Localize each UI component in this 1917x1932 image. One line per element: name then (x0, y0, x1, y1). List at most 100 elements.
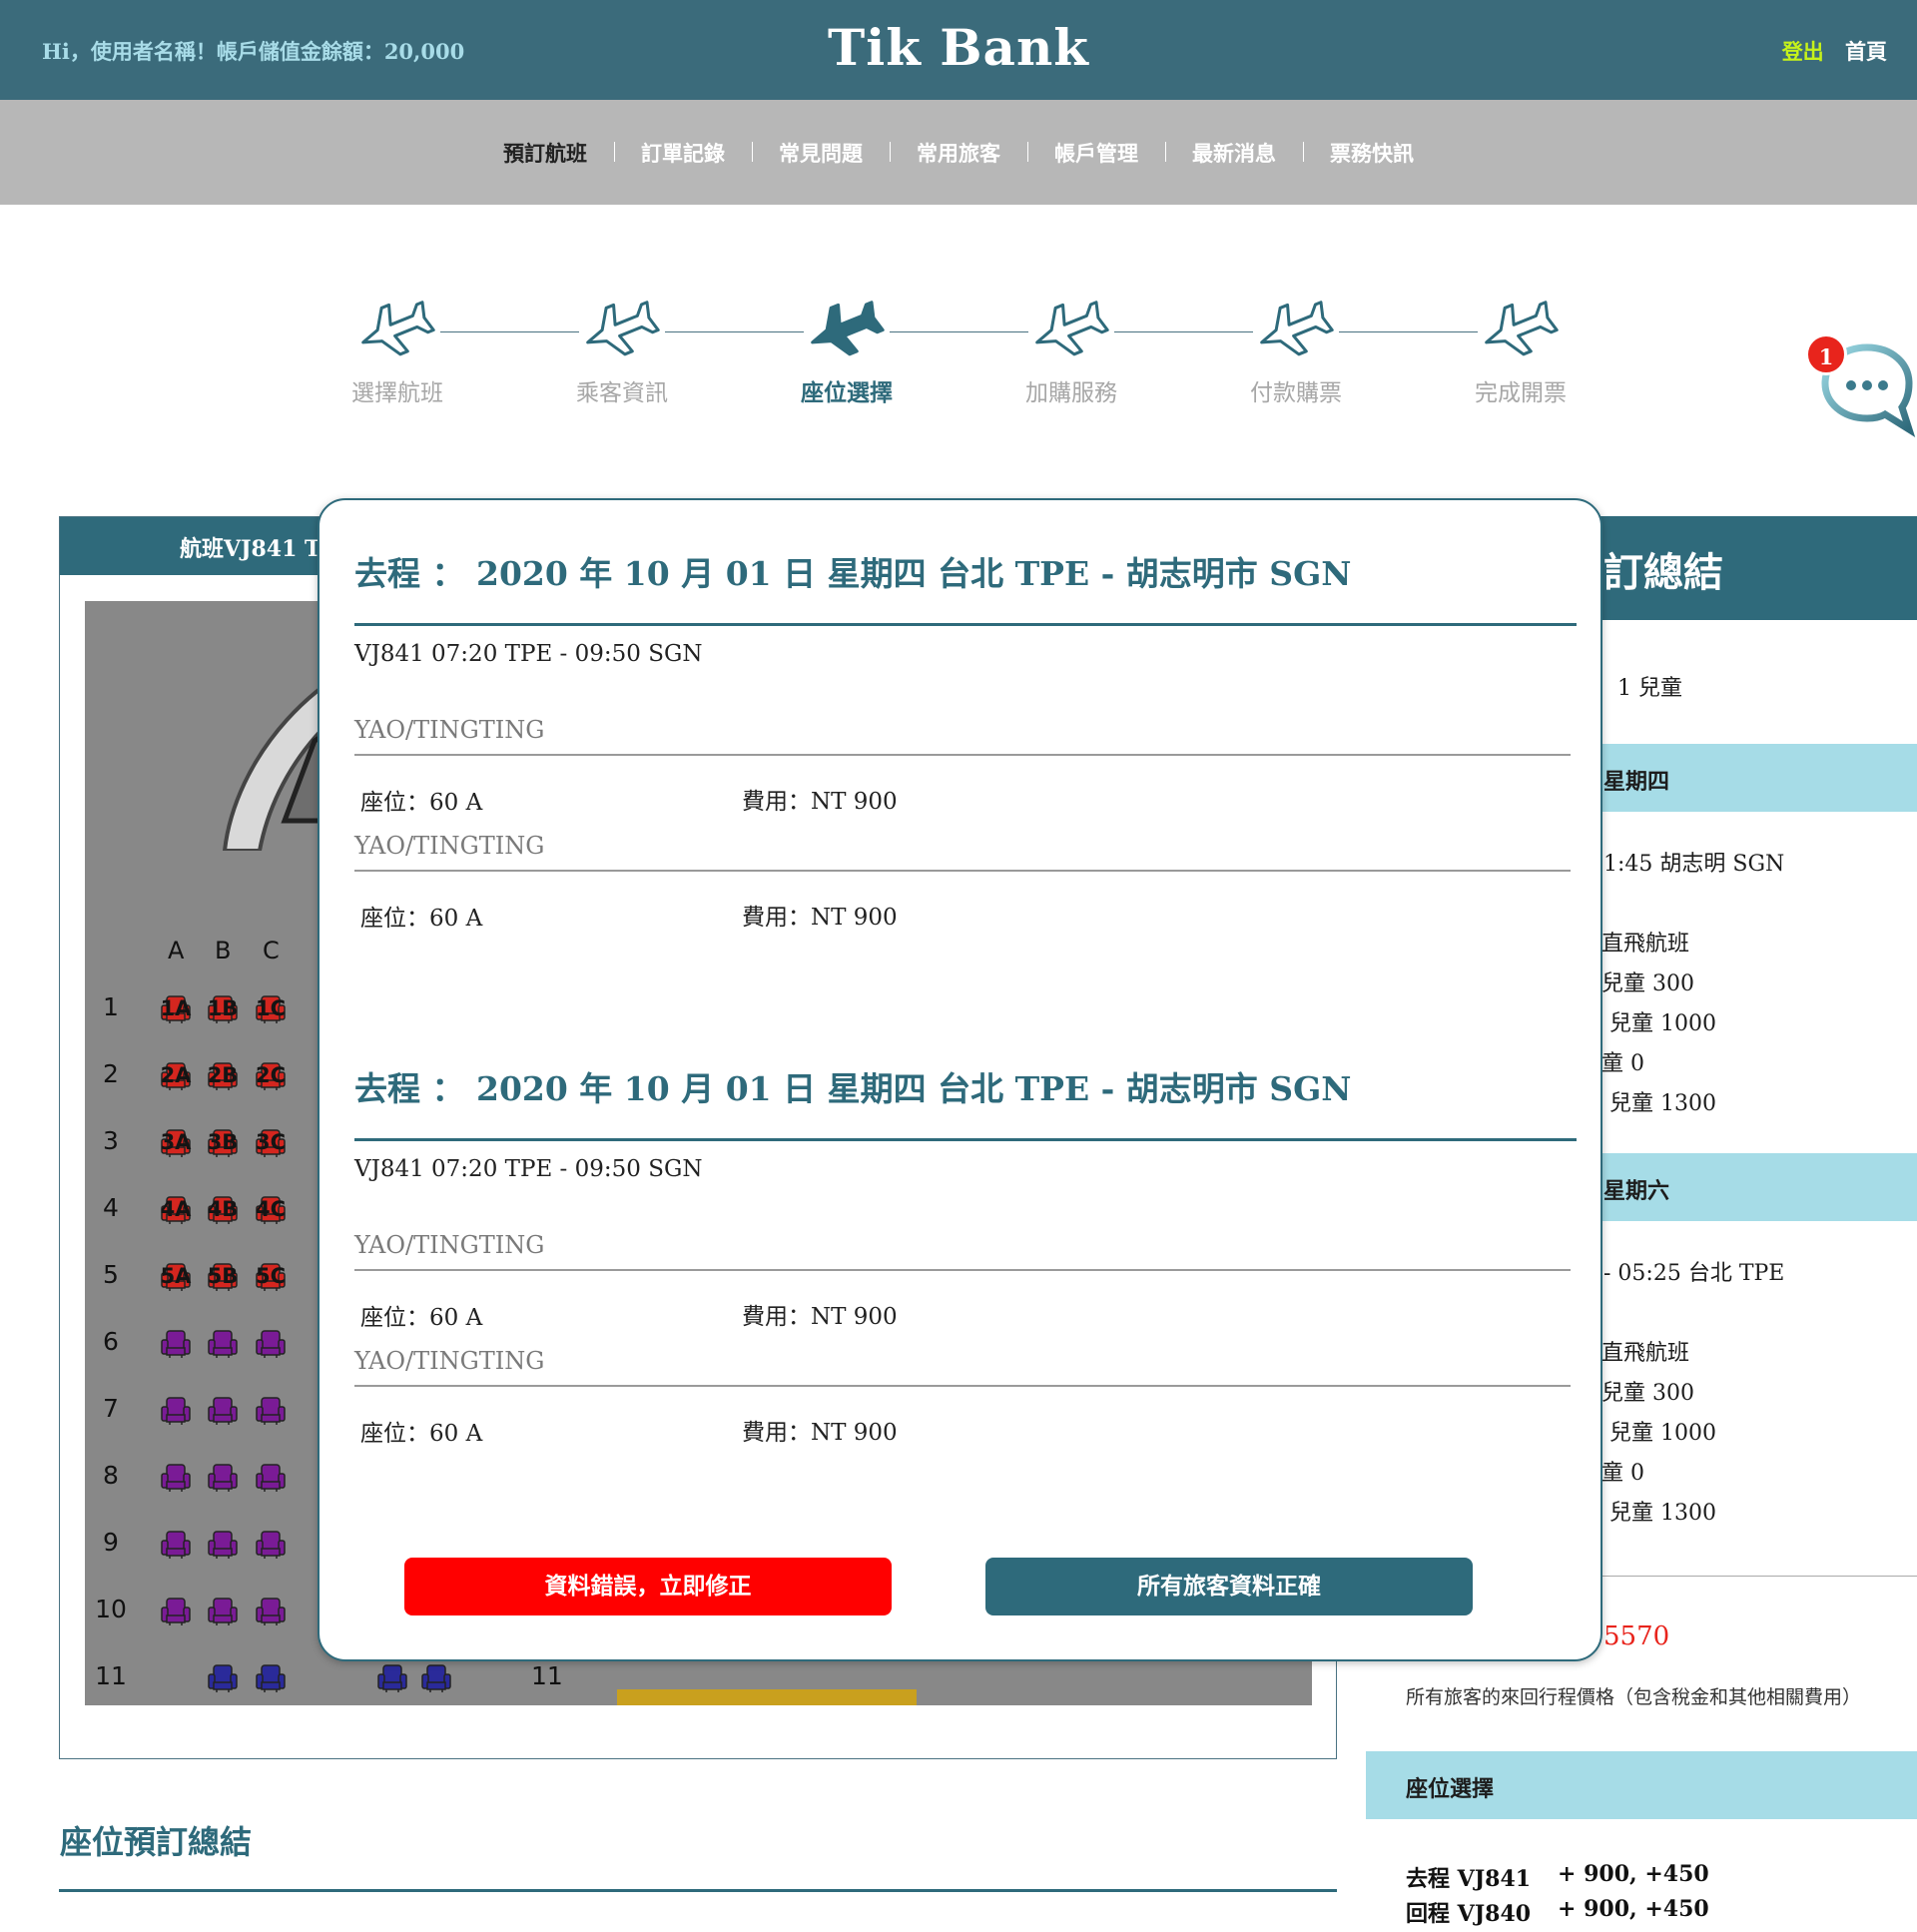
seat-occupied[interactable]: 4C (255, 1195, 287, 1225)
nav-book-flight[interactable]: 預訂航班 (476, 138, 614, 168)
nav-frequent-travelers[interactable]: 常用旅客 (890, 138, 1027, 168)
summary-price-note: 所有旅客的來回行程價格（包含稅金和其他相關費用） (1406, 1686, 1862, 1708)
summary-return-line: 兒童 1000 (1609, 1421, 1716, 1446)
passenger-seat: 座位：60 A (360, 790, 483, 816)
passenger-seat: 座位：60 A (360, 1421, 483, 1447)
seat-row-number: 7 (103, 1394, 119, 1423)
passenger-divider (354, 1385, 1571, 1387)
seat-row-number: 11 (95, 1661, 127, 1690)
nav-order-history[interactable]: 訂單記錄 (614, 138, 752, 168)
seat-occupied[interactable]: 4A (160, 1195, 192, 1225)
seat-row-number: 4 (103, 1193, 119, 1222)
seat-row-number: 5 (103, 1260, 119, 1289)
seat-available[interactable] (207, 1396, 239, 1426)
seat-available[interactable] (420, 1663, 452, 1693)
bank-logo[interactable]: Tik Bank (0, 18, 1917, 77)
seat-occupied[interactable]: 2C (255, 1061, 287, 1091)
confirm-data-button[interactable]: 所有旅客資料正確 (985, 1558, 1473, 1615)
seat-row-number: 3 (103, 1126, 119, 1155)
seat-occupied[interactable]: 4B (207, 1195, 239, 1225)
seat-occupied[interactable]: 2A (160, 1061, 192, 1091)
seat-available[interactable] (160, 1329, 192, 1359)
fix-data-button[interactable]: 資料錯誤，立即修正 (404, 1558, 892, 1615)
summary-return-line: 直飛航班 (1601, 1341, 1690, 1366)
seat-occupied[interactable]: 5C (255, 1262, 287, 1292)
step-4: 加購服務 (971, 298, 1171, 407)
passenger-name: YAO/TINGTING (354, 1347, 545, 1375)
summary-seat-line: 去程 VJ841 + 900, +450 (1406, 1861, 1709, 1893)
passenger-fee: 費用：NT 900 (742, 905, 898, 931)
summary-return-line: 童 0 (1601, 1461, 1644, 1486)
nav-account[interactable]: 帳戶管理 (1027, 138, 1165, 168)
passenger-divider (354, 754, 1571, 756)
seat-label: 4A (160, 1197, 192, 1221)
seat-available[interactable] (160, 1530, 192, 1560)
home-link[interactable]: 首頁 (1845, 39, 1887, 64)
seat-occupied[interactable]: 5B (207, 1262, 239, 1292)
airplane-icon (1253, 298, 1339, 359)
summary-seat-flight: 去程 VJ841 (1406, 1866, 1532, 1892)
seat-available[interactable] (255, 1329, 287, 1359)
seat-occupied[interactable]: 3B (207, 1128, 239, 1158)
seat-occupied[interactable]: 5A (160, 1262, 192, 1292)
seat-occupied[interactable]: 1B (207, 994, 239, 1024)
seat-available[interactable] (255, 1463, 287, 1493)
summary-total-price: 5570 (1603, 1621, 1670, 1651)
seat-label: 2C (255, 1063, 287, 1087)
seat-available[interactable] (207, 1530, 239, 1560)
seat-label: 4C (255, 1197, 287, 1221)
seat-occupied[interactable]: 3A (160, 1128, 192, 1158)
seat-row-number: 9 (103, 1528, 119, 1557)
passenger-fee: 費用：NT 900 (742, 1420, 898, 1446)
seat-occupied[interactable]: 1C (255, 994, 287, 1024)
airplane-icon (579, 298, 665, 359)
seat-available[interactable] (255, 1663, 287, 1693)
seat-occupied[interactable]: 3C (255, 1128, 287, 1158)
seat-summary-divider (59, 1889, 1337, 1892)
summary-seat-flight: 回程 VJ840 (1406, 1901, 1532, 1927)
seat-available[interactable] (255, 1597, 287, 1626)
logout-link[interactable]: 登出 (1782, 39, 1824, 64)
step-label: 選擇航班 (351, 380, 443, 406)
step-label: 座位選擇 (801, 380, 893, 406)
summary-outbound-line: 兒童 1000 (1609, 1011, 1716, 1036)
seat-available[interactable] (160, 1463, 192, 1493)
seat-row-number: 8 (103, 1461, 119, 1490)
seat-occupied[interactable]: 2B (207, 1061, 239, 1091)
step-2: 乘客資訊 (522, 298, 722, 407)
airplane-icon (804, 298, 890, 359)
nav-ticket-news[interactable]: 票務快訊 (1303, 138, 1441, 168)
seat-label: 2A (160, 1063, 192, 1087)
seat-available[interactable] (207, 1463, 239, 1493)
summary-seat-amount: + 900, +450 (1558, 1861, 1709, 1887)
step-6: 完成開票 (1421, 298, 1620, 407)
summary-return-route: - 05:25 台北 TPE (1603, 1261, 1785, 1286)
step-label: 乘客資訊 (576, 380, 668, 406)
nav-news[interactable]: 最新消息 (1165, 138, 1303, 168)
step-5: 付款購票 (1196, 298, 1396, 407)
seat-available[interactable] (207, 1663, 239, 1693)
top-links: 登出 首頁 (1782, 36, 1887, 66)
seat-available[interactable] (160, 1396, 192, 1426)
step-3: 座位選擇 (747, 298, 947, 407)
summary-return-line: 兒童 300 (1601, 1381, 1694, 1406)
seat-available[interactable] (207, 1329, 239, 1359)
seat-available[interactable] (376, 1663, 408, 1693)
seat-row-number: 6 (103, 1327, 119, 1356)
seat-available[interactable] (160, 1597, 192, 1626)
passenger-fee: 費用：NT 900 (742, 789, 898, 815)
trip-flight-info: VJ841 07:20 TPE - 09:50 SGN (354, 1156, 703, 1182)
seat-occupied[interactable]: 1A (160, 994, 192, 1024)
seat-label: 1C (255, 996, 287, 1020)
seat-row-number: 1 (103, 992, 119, 1021)
seat-available[interactable] (255, 1530, 287, 1560)
passenger-name: YAO/TINGTING (354, 1231, 545, 1259)
nav-faq[interactable]: 常見問題 (752, 138, 890, 168)
step-label: 完成開票 (1475, 380, 1567, 406)
seat-available[interactable] (207, 1597, 239, 1626)
seat-available[interactable] (255, 1396, 287, 1426)
passenger-seat: 座位：60 A (360, 906, 483, 932)
passenger-fee: 費用：NT 900 (742, 1304, 898, 1330)
passenger-name: YAO/TINGTING (354, 832, 545, 860)
step-1: 選擇航班 (298, 298, 497, 407)
